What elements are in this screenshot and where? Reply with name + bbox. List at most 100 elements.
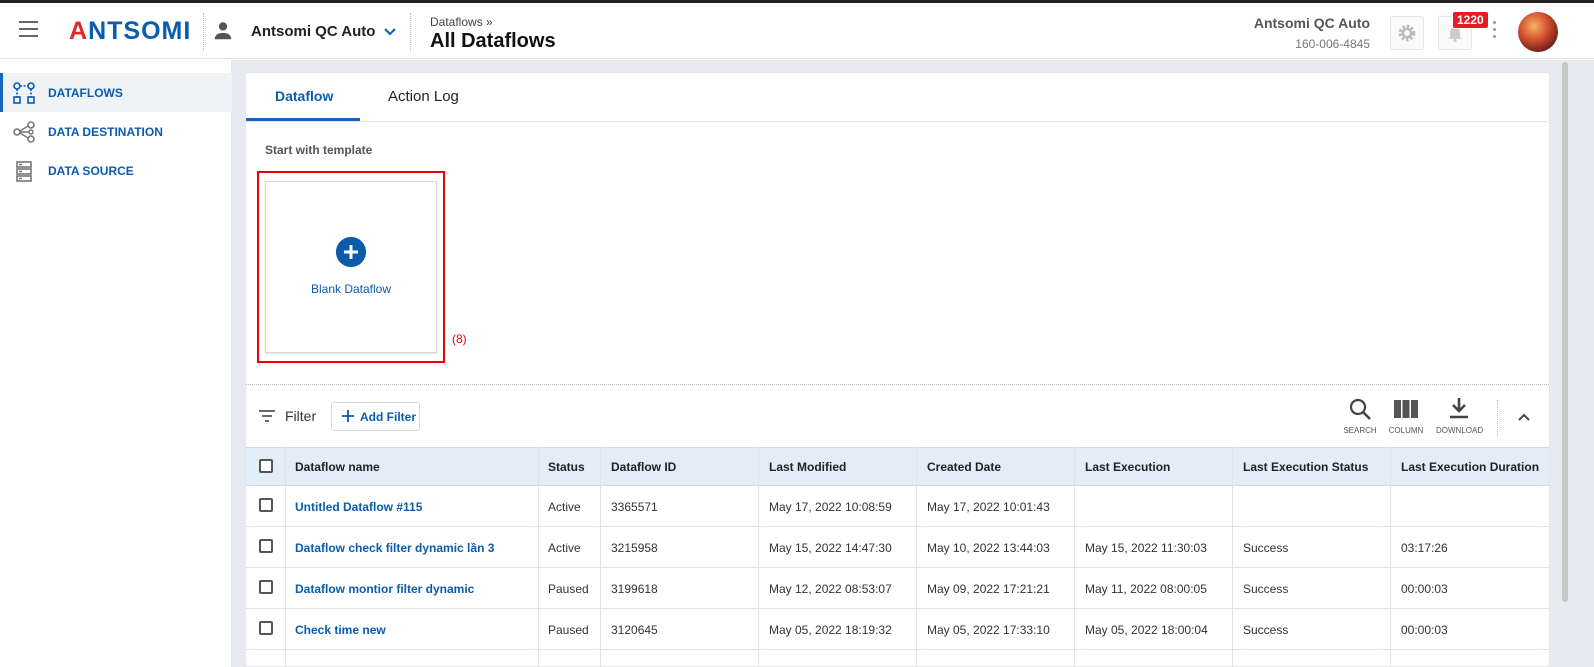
search-button[interactable]: SEARCH <box>1337 398 1383 435</box>
download-button[interactable]: DOWNLOAD <box>1436 398 1484 435</box>
breadcrumb[interactable]: Dataflows » <box>430 15 493 29</box>
column-divider <box>538 447 539 667</box>
add-filter-label: Add Filter <box>360 410 416 424</box>
last-modified-cell: May 15, 2022 14:47:30 <box>769 541 892 555</box>
last-execution-cell: May 15, 2022 11:30:03 <box>1085 541 1207 555</box>
created-date-cell: May 17, 2022 10:01:43 <box>927 500 1050 514</box>
avatar[interactable] <box>1518 12 1558 52</box>
last-modified-cell: May 12, 2022 08:53:07 <box>769 582 892 596</box>
sidebar-item-data-source[interactable]: DATA SOURCE <box>0 151 232 190</box>
add-filter-button[interactable]: Add Filter <box>331 402 420 431</box>
table-header: Dataflow name Status Dataflow ID Last Mo… <box>246 447 1549 486</box>
row-checkbox[interactable] <box>259 621 273 635</box>
created-date-cell: May 10, 2022 13:44:03 <box>927 541 1050 555</box>
column-divider <box>1390 447 1391 667</box>
annotation-label: (8) <box>452 332 467 346</box>
column-divider <box>758 447 759 667</box>
tab-divider <box>246 121 1549 122</box>
column-divider <box>600 447 601 667</box>
scrollbar[interactable] <box>1562 62 1568 602</box>
row-checkbox[interactable] <box>259 498 273 512</box>
menu-icon[interactable] <box>19 21 38 37</box>
divider <box>203 13 204 51</box>
execution-duration-cell: 00:00:03 <box>1401 623 1448 637</box>
chevron-down-icon[interactable] <box>382 24 398 40</box>
table-row[interactable]: Check time new Paused 3120645 May 05, 20… <box>246 609 1549 650</box>
column-header[interactable]: Last Execution <box>1085 460 1170 474</box>
annotation-box <box>257 171 445 363</box>
section-divider <box>246 384 1549 385</box>
column-header[interactable]: Last Modified <box>769 460 846 474</box>
execution-status-cell: Success <box>1243 582 1289 596</box>
column-divider <box>916 447 917 667</box>
template-section-title: Start with template <box>265 143 373 157</box>
app-header: ANTSOMI Antsomi QC Auto Dataflows » All … <box>0 3 1594 59</box>
table-row[interactable]: Dataflow check filter dynamic lần 3 Acti… <box>246 527 1549 568</box>
filter-icon[interactable] <box>258 409 276 423</box>
dataflow-name-link[interactable]: Dataflow montior filter dynamic <box>295 582 474 596</box>
plus-icon <box>342 410 354 422</box>
column-header[interactable]: Created Date <box>927 460 1001 474</box>
column-header[interactable]: Last Execution Duration <box>1401 460 1539 474</box>
status-cell: Paused <box>548 623 589 637</box>
dataflow-name-link[interactable]: Untitled Dataflow #115 <box>295 500 422 514</box>
sidebar-item-label: DATA SOURCE <box>48 163 134 178</box>
column-header[interactable]: Status <box>548 460 585 474</box>
columns-icon <box>1394 400 1418 418</box>
page-title: All Dataflows <box>430 30 556 52</box>
dataflow-name-link[interactable]: Check time new <box>295 623 386 637</box>
select-all-checkbox[interactable] <box>259 459 273 473</box>
table-row[interactable]: Dataflow montior filter dynamic Paused 3… <box>246 568 1549 609</box>
sidebar-item-data-destination[interactable]: DATA DESTINATION <box>0 112 232 151</box>
tab-action-log[interactable]: Action Log <box>388 88 459 105</box>
sidebar: DATAFLOWS DATA DESTINATION DATA SOURCE <box>0 60 232 667</box>
last-modified-cell: May 05, 2022 18:19:32 <box>769 623 892 637</box>
column-header[interactable]: Dataflow ID <box>611 460 676 474</box>
database-icon <box>16 161 32 182</box>
person-icon <box>214 22 232 40</box>
column-button[interactable]: COLUMN <box>1383 398 1429 435</box>
sidebar-item-dataflows[interactable]: DATAFLOWS <box>0 73 232 112</box>
execution-duration-cell: 03:17:26 <box>1401 541 1448 555</box>
id-cell: 3120645 <box>611 623 658 637</box>
filter-label[interactable]: Filter <box>285 408 316 424</box>
table-row[interactable]: Untitled Dataflow #115 Active 3365571 Ma… <box>246 486 1549 527</box>
last-modified-cell: May 17, 2022 10:08:59 <box>769 500 892 514</box>
created-date-cell: May 09, 2022 17:21:21 <box>927 582 1050 596</box>
dataflow-name-link[interactable]: Dataflow check filter dynamic lần 3 <box>295 541 494 555</box>
row-checkbox[interactable] <box>259 580 273 594</box>
active-tab-indicator <box>246 118 360 121</box>
id-cell: 3215958 <box>611 541 658 555</box>
column-label: COLUMN <box>1388 426 1424 435</box>
download-label: DOWNLOAD <box>1436 426 1484 435</box>
portal-id: 160-006-4845 <box>1295 37 1370 51</box>
row-checkbox[interactable] <box>259 539 273 553</box>
portal-name: Antsomi QC Auto <box>1253 15 1370 31</box>
status-cell: Active <box>548 500 581 514</box>
chevron-up-icon[interactable] <box>1517 410 1531 424</box>
last-execution-cell: May 11, 2022 08:00:05 <box>1085 582 1207 596</box>
more-vert-icon[interactable] <box>1493 21 1497 42</box>
account-name[interactable]: Antsomi QC Auto <box>251 23 375 40</box>
download-icon <box>1450 398 1468 419</box>
id-cell: 3365571 <box>611 500 658 514</box>
last-execution-cell: May 05, 2022 18:00:04 <box>1085 623 1208 637</box>
search-label: SEARCH <box>1343 426 1377 435</box>
share-nodes-icon <box>13 121 35 143</box>
execution-status-cell: Success <box>1243 541 1289 555</box>
search-icon <box>1349 398 1371 420</box>
divider <box>410 13 411 51</box>
column-divider <box>1232 447 1233 667</box>
column-header[interactable]: Dataflow name <box>295 460 380 474</box>
logo[interactable]: ANTSOMI <box>69 17 191 46</box>
tab-dataflow[interactable]: Dataflow <box>275 88 333 104</box>
column-divider <box>1074 447 1075 667</box>
column-header[interactable]: Last Execution Status <box>1243 460 1368 474</box>
status-cell: Paused <box>548 582 589 596</box>
settings-button[interactable] <box>1390 16 1424 50</box>
sidebar-item-label: DATAFLOWS <box>48 85 123 100</box>
created-date-cell: May 05, 2022 17:33:10 <box>927 623 1050 637</box>
sidebar-item-label: DATA DESTINATION <box>48 124 163 139</box>
execution-status-cell: Success <box>1243 623 1289 637</box>
status-cell: Active <box>548 541 581 555</box>
